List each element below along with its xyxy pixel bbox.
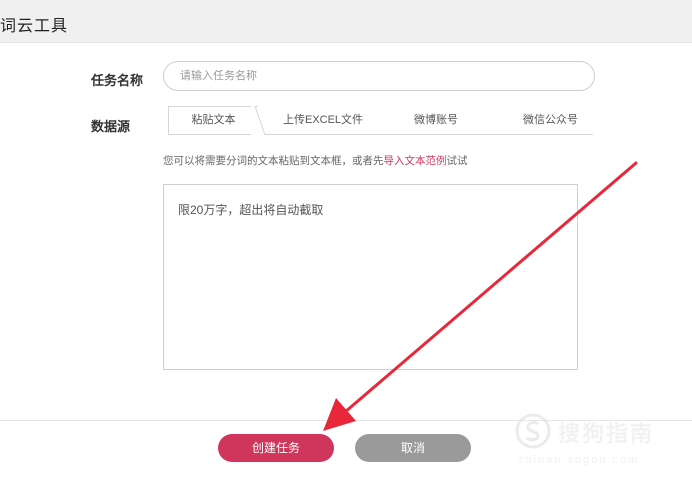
tab-paste-text[interactable]: 粘贴文本 <box>168 106 258 134</box>
task-name-input[interactable] <box>163 61 595 91</box>
cancel-button[interactable]: 取消 <box>355 434 471 462</box>
watermark-brand: 搜狗指南 <box>558 421 655 446</box>
watermark-url: zhinan.sogou.com <box>518 454 640 466</box>
app-header: 词云工具 <box>0 0 692 43</box>
data-source-label: 数据源 <box>91 119 131 134</box>
create-task-button[interactable]: 创建任务 <box>218 434 334 462</box>
hint-suffix: 试试 <box>446 155 468 167</box>
tab-slant-edge <box>251 106 265 135</box>
task-name-label: 任务名称 <box>91 73 144 88</box>
tab-wechat-account[interactable]: 微信公众号 <box>508 106 593 134</box>
paste-hint: 您可以将需要分词的文本粘贴到文本框，或者先导入文本范例试试 <box>163 153 468 168</box>
tab-weibo-account[interactable]: 微博账号 <box>396 106 476 134</box>
text-input-area[interactable] <box>163 184 578 370</box>
data-source-tabs: 粘贴文本 上传EXCEL文件 微博账号 微信公众号 <box>168 106 593 135</box>
import-sample-link[interactable]: 导入文本范例 <box>384 155 447 167</box>
page-title: 词云工具 <box>0 18 69 35</box>
sogou-logo-icon <box>515 413 551 449</box>
sogou-watermark: 搜狗指南 zhinan.sogou.com <box>514 412 684 472</box>
tab-upload-excel[interactable]: 上传EXCEL文件 <box>268 106 378 134</box>
hint-prefix: 您可以将需要分词的文本粘贴到文本框，或者先 <box>163 155 384 167</box>
